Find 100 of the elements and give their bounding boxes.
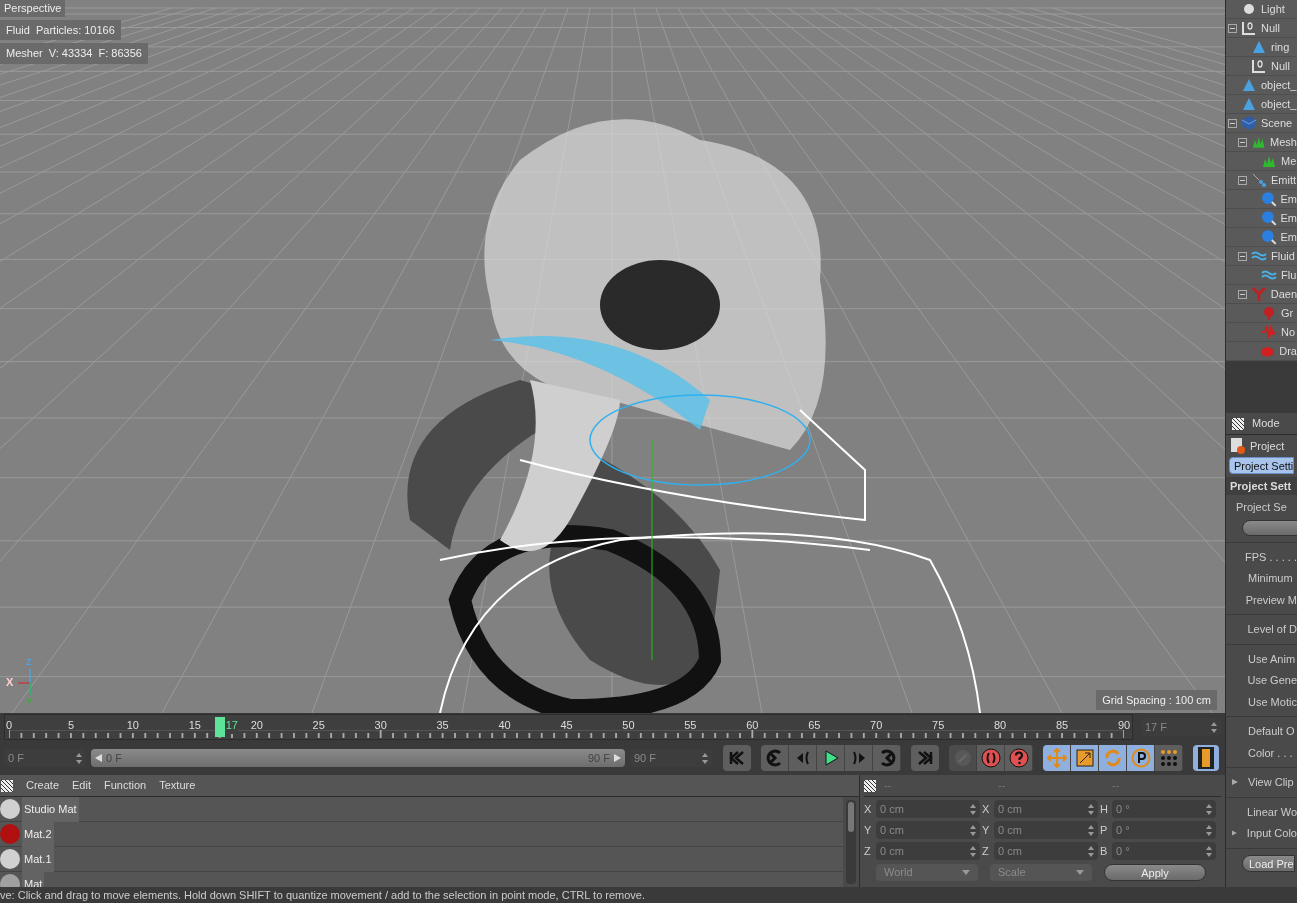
parameter-icon bbox=[1130, 748, 1151, 768]
object-row[interactable]: No bbox=[1226, 323, 1297, 342]
material-row[interactable]: Mat bbox=[0, 872, 843, 887]
expand-toggle[interactable] bbox=[1238, 251, 1247, 261]
tool-button[interactable] bbox=[1099, 745, 1127, 771]
coordinate-field[interactable]: 0 cm bbox=[994, 800, 1098, 818]
frame-number: 5 bbox=[67, 718, 74, 733]
viewport-title[interactable]: Perspective bbox=[0, 0, 66, 17]
spinner-arrows-icon bbox=[970, 845, 976, 857]
axis-label: P bbox=[1100, 822, 1109, 838]
attribute-label: Use Gene bbox=[1247, 673, 1297, 688]
grip-icon bbox=[1232, 417, 1244, 430]
object-row[interactable]: Em bbox=[1226, 190, 1297, 209]
null-icon bbox=[1241, 20, 1257, 36]
frame-number: 40 bbox=[498, 718, 511, 733]
expand-toggle[interactable] bbox=[1238, 137, 1247, 147]
spinner-arrows-icon bbox=[970, 803, 976, 815]
object-row[interactable]: Me bbox=[1226, 152, 1297, 171]
document-gear-icon bbox=[1230, 437, 1246, 455]
menu-item[interactable]: Texture bbox=[159, 777, 196, 794]
pill-button[interactable] bbox=[1242, 519, 1297, 536]
right-arrow-icon[interactable] bbox=[614, 754, 621, 762]
axis-label: H bbox=[1100, 801, 1109, 817]
attribute-tab[interactable]: Project Setti bbox=[1229, 457, 1295, 474]
expand-toggle[interactable] bbox=[1228, 118, 1237, 128]
section-header: Project Sett bbox=[1226, 477, 1297, 495]
cube-icon bbox=[1241, 115, 1257, 131]
material-row[interactable]: Mat.1 bbox=[0, 847, 843, 872]
expand-toggle[interactable] bbox=[1238, 175, 1247, 185]
tool-button[interactable] bbox=[1043, 745, 1071, 771]
disclosure-arrow-icon[interactable] bbox=[1232, 779, 1238, 786]
scrollbar[interactable] bbox=[846, 800, 856, 884]
attribute-label: Preview M bbox=[1245, 592, 1297, 608]
left-arrow-icon[interactable] bbox=[95, 754, 102, 762]
coordinate-field[interactable]: 0 cm bbox=[876, 821, 980, 839]
menu-item[interactable]: Create bbox=[26, 777, 60, 794]
material-row[interactable]: Studio Mat bbox=[0, 797, 843, 822]
coordinate-field[interactable]: 0 ° bbox=[1112, 821, 1216, 839]
coordinate-field[interactable]: 0 cm bbox=[994, 821, 1098, 839]
load-preset-button[interactable]: Load Pre bbox=[1242, 854, 1295, 872]
coordinate-field[interactable]: 0 ° bbox=[1112, 800, 1216, 818]
tool-button[interactable] bbox=[1127, 745, 1155, 771]
frame-number: 0 bbox=[5, 718, 13, 733]
coordinate-field[interactable]: 0 cm bbox=[876, 800, 980, 818]
viewport[interactable]: Perspective Fluid Particles: 10166 Mesher V: 43334 F: 86356 Z X Y Grid Spacing : 100 cm bbox=[0, 0, 1225, 713]
forked-icon bbox=[1250, 286, 1267, 302]
coordinate-field[interactable]: 0 ° bbox=[1112, 842, 1216, 860]
film-strip-icon bbox=[1198, 747, 1214, 769]
object-row[interactable]: Mesh bbox=[1226, 133, 1297, 152]
apply-button[interactable]: Apply bbox=[1104, 864, 1206, 881]
frame-number: 15 bbox=[188, 718, 201, 733]
playhead[interactable] bbox=[214, 717, 225, 737]
object-row[interactable]: Light bbox=[1226, 0, 1297, 19]
timeline-ruler[interactable]: 0 5 10 15 17 20 25 30 35 40 45 50 55 60 65 70 75 80 85 90 bbox=[4, 714, 1133, 740]
expand-toggle[interactable] bbox=[1238, 289, 1247, 299]
tool-button[interactable] bbox=[1155, 745, 1183, 771]
column-header: -- bbox=[883, 778, 893, 794]
object-row[interactable]: Emitt bbox=[1226, 171, 1297, 190]
object-row[interactable]: Scene bbox=[1226, 114, 1297, 133]
go-to-end-button[interactable] bbox=[911, 745, 939, 771]
axis-label: X bbox=[982, 801, 991, 817]
coordinate-field[interactable]: 0 cm bbox=[994, 842, 1098, 860]
caret-icon bbox=[962, 870, 970, 875]
object-row[interactable]: Daen bbox=[1226, 285, 1297, 304]
coordinate-field[interactable]: 0 cm bbox=[876, 842, 980, 860]
attribute-label: Linear Wo bbox=[1247, 804, 1297, 820]
column-header: -- bbox=[997, 778, 1007, 794]
spinner-arrows-icon bbox=[1206, 803, 1212, 815]
frame-number: 55 bbox=[684, 718, 697, 733]
column-header: -- bbox=[1111, 778, 1121, 794]
object-row[interactable]: Em bbox=[1226, 228, 1297, 247]
object-row[interactable]: object_ bbox=[1226, 76, 1297, 95]
material-row[interactable]: Mat.2 bbox=[0, 822, 843, 847]
object-row[interactable]: Null bbox=[1226, 19, 1297, 38]
expand-toggle[interactable] bbox=[1228, 23, 1237, 33]
record-button[interactable] bbox=[977, 745, 1005, 771]
menu-item[interactable]: Edit bbox=[72, 777, 91, 794]
material-name: Mat.1 bbox=[22, 846, 54, 872]
record-button[interactable] bbox=[1005, 745, 1033, 771]
move-icon bbox=[1046, 748, 1067, 768]
axis-label: Y bbox=[982, 822, 991, 838]
tool-button[interactable] bbox=[1071, 745, 1099, 771]
object-row[interactable]: Dra bbox=[1226, 342, 1297, 361]
timeline-button[interactable] bbox=[1193, 745, 1219, 771]
spinner-arrows-icon bbox=[970, 824, 976, 836]
axis-label: B bbox=[1100, 843, 1109, 859]
sphere-icon bbox=[1260, 210, 1277, 226]
menu-item[interactable]: Function bbox=[104, 777, 147, 794]
playback-button[interactable] bbox=[817, 745, 845, 771]
menu-item[interactable]: Mode bbox=[1252, 415, 1280, 432]
go-to-start-button[interactable] bbox=[723, 745, 751, 771]
disclosure-arrow-icon[interactable] bbox=[1232, 830, 1237, 837]
material-name: Studio Mat bbox=[22, 797, 79, 822]
object-row[interactable]: Gr bbox=[1226, 304, 1297, 323]
object-row[interactable]: Null bbox=[1226, 57, 1297, 76]
object-row[interactable]: Flu bbox=[1226, 266, 1297, 285]
object-row[interactable]: Fluid bbox=[1226, 247, 1297, 266]
object-row[interactable]: ring bbox=[1226, 38, 1297, 57]
object-row[interactable]: object_ bbox=[1226, 95, 1297, 114]
object-row[interactable]: Em bbox=[1226, 209, 1297, 228]
